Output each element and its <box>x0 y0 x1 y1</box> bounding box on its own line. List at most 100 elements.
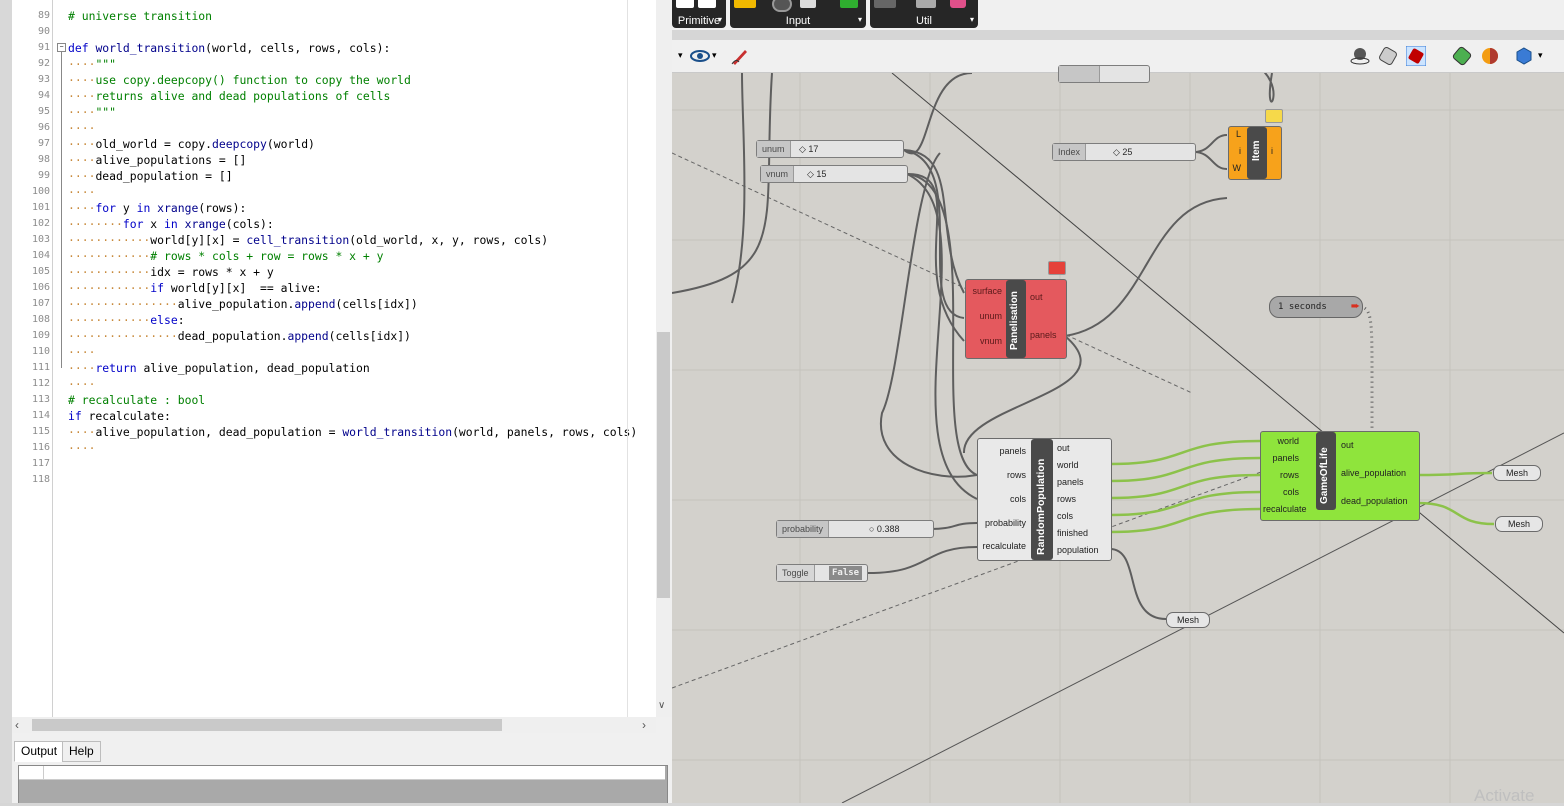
panelisation-input-surface[interactable]: surface <box>970 286 1002 296</box>
timer-component[interactable]: 1 seconds ➨ <box>1269 296 1363 318</box>
node-canvas[interactable]: unum ◇ 17 vnum ◇ 15 Index ◇ 25 probabili… <box>672 65 1564 803</box>
boolean-toggle[interactable]: Toggle False <box>776 564 868 582</box>
panelisation-output-out[interactable]: out <box>1030 292 1043 302</box>
code-line[interactable]: ···· <box>68 344 95 360</box>
game-of-life-input-panels[interactable]: panels <box>1263 453 1299 463</box>
random-population-input-cols[interactable]: cols <box>980 494 1026 504</box>
random-population-input-probability[interactable]: probability <box>980 518 1026 528</box>
document-preview-icon[interactable] <box>1514 46 1534 66</box>
sketch-pen-icon[interactable] <box>730 46 750 66</box>
toggle-value[interactable]: False <box>829 566 863 580</box>
game-of-life-input-cols[interactable]: cols <box>1263 487 1299 497</box>
preview-mesh-icon[interactable] <box>1378 46 1398 66</box>
game-of-life-input-recalculate[interactable]: recalculate <box>1263 504 1307 514</box>
game-of-life-input-world[interactable]: world <box>1263 436 1299 446</box>
code-line[interactable]: ················alive_population.append(… <box>68 296 418 312</box>
line-number: 111 <box>31 362 50 373</box>
code-line[interactable]: ····use copy.deepcopy() function to copy… <box>68 72 411 88</box>
code-line[interactable]: ············idx = rows * x + y <box>68 264 274 280</box>
mesh-param-dead[interactable]: Mesh <box>1495 516 1543 532</box>
code-line[interactable]: # recalculate : bool <box>68 392 205 408</box>
code-line[interactable]: ···· <box>68 184 95 200</box>
game-of-life-output-out[interactable]: out <box>1341 440 1354 450</box>
code-line[interactable]: ···· <box>68 376 95 392</box>
toolbar-group-input[interactable]: Input ▾ <box>730 0 866 28</box>
component-random-population[interactable]: panels rows cols probability recalculate… <box>977 438 1112 561</box>
slider-vnum[interactable]: vnum ◇ 15 <box>760 165 908 183</box>
code-line[interactable]: if recalculate: <box>68 408 171 424</box>
panelisation-input-unum[interactable]: unum <box>970 311 1002 321</box>
slider-unum[interactable]: unum ◇ 17 <box>756 140 904 158</box>
preview-wire-icon[interactable] <box>1350 46 1370 66</box>
scroll-down-arrow-icon[interactable]: ∨ <box>658 700 665 711</box>
code-line[interactable]: ····dead_population = [] <box>68 168 233 184</box>
random-population-output-cols[interactable]: cols <box>1057 511 1073 521</box>
code-line[interactable]: ············world[y][x] = cell_transitio… <box>68 232 548 248</box>
toolbar-label-util: Util <box>916 15 932 27</box>
random-population-input-rows[interactable]: rows <box>980 470 1026 480</box>
component-game-of-life[interactable]: world panels rows cols recalculate GameO… <box>1260 431 1420 521</box>
code-line[interactable]: def world_transition(world, cells, rows,… <box>68 40 390 56</box>
toolbar-group-primitive[interactable]: Primitive ▾ <box>672 0 726 28</box>
slider-probability[interactable]: probability ○ 0.388 <box>776 520 934 538</box>
top-partial-component[interactable] <box>1058 65 1150 83</box>
preview-selected-icon[interactable] <box>1452 46 1472 66</box>
mesh-param-population[interactable]: Mesh <box>1166 612 1210 628</box>
game-of-life-output-alive-population[interactable]: alive_population <box>1341 468 1406 478</box>
code-line[interactable]: ····for y in xrange(rows): <box>68 200 246 216</box>
material-icon[interactable] <box>1480 46 1500 66</box>
item-input-L[interactable]: L <box>1229 129 1241 139</box>
preview-shaded-icon[interactable] <box>1406 46 1426 66</box>
item-input-W[interactable]: W <box>1229 163 1242 173</box>
game-of-life-output-dead-population[interactable]: dead_population <box>1341 496 1408 506</box>
random-population-output-rows[interactable]: rows <box>1057 494 1076 504</box>
random-population-output-out[interactable]: out <box>1057 443 1070 453</box>
code-editor[interactable]: 89 90 91 92 93 94 95 96 97 98 99 100 101 102 103 104 105… <box>12 0 657 717</box>
code-line[interactable]: ···· <box>68 120 95 136</box>
code-line[interactable]: # universe transition <box>68 8 212 24</box>
random-population-output-world[interactable]: world <box>1057 460 1079 470</box>
code-line[interactable]: ················dead_population.append(c… <box>68 328 411 344</box>
random-population-output-panels[interactable]: panels <box>1057 477 1084 487</box>
vertical-scrollbar[interactable]: ∨ <box>656 0 672 717</box>
component-item[interactable]: L i W Item i <box>1228 126 1282 180</box>
code-line[interactable]: ············if world[y][x] == alive: <box>68 280 322 296</box>
code-line[interactable]: ····""" <box>68 56 116 72</box>
code-line[interactable]: ····returns alive and dead populations o… <box>68 88 390 104</box>
slider-index[interactable]: Index ◇ 25 <box>1052 143 1196 161</box>
vertical-scroll-thumb[interactable] <box>657 332 670 598</box>
panelisation-output-panels[interactable]: panels <box>1030 330 1057 340</box>
scroll-right-arrow-icon[interactable]: › <box>642 718 646 732</box>
random-population-input-panels[interactable]: panels <box>980 446 1026 456</box>
fold-toggle-icon[interactable]: − <box>57 43 66 52</box>
code-line[interactable]: ···· <box>68 440 95 456</box>
code-line[interactable]: ····alive_populations = [] <box>68 152 246 168</box>
code-line[interactable]: ········for x in xrange(cols): <box>68 216 274 232</box>
random-population-output-finished[interactable]: finished <box>1057 528 1088 538</box>
code-line[interactable]: ············else: <box>68 312 185 328</box>
scroll-left-arrow-icon[interactable]: ‹ <box>15 718 19 732</box>
random-population-output-population[interactable]: population <box>1057 545 1099 555</box>
code-line[interactable]: ····""" <box>68 104 116 120</box>
tab-output[interactable]: Output <box>14 741 65 762</box>
mesh-param-alive[interactable]: Mesh <box>1493 465 1541 481</box>
horizontal-scroll-thumb[interactable] <box>32 719 502 731</box>
random-population-input-recalculate[interactable]: recalculate <box>980 541 1026 551</box>
dropdown-arrow-icon[interactable]: ▾ <box>1538 50 1543 61</box>
horizontal-scrollbar[interactable]: ‹ › <box>12 717 656 733</box>
toolbar-group-util[interactable]: Util ▾ <box>870 0 978 28</box>
dropdown-arrow-icon[interactable]: ▾ <box>712 50 717 61</box>
tab-help[interactable]: Help <box>62 741 101 762</box>
dropdown-arrow-icon[interactable]: ▾ <box>678 50 683 61</box>
code-line[interactable]: ············# rows * cols + row = rows *… <box>68 248 383 264</box>
code-line[interactable]: ····alive_population, dead_population = … <box>68 424 637 440</box>
line-number: 107 <box>31 298 50 309</box>
item-output-i[interactable]: i <box>1271 146 1273 156</box>
component-panelisation[interactable]: surface unum vnum Panelisation out panel… <box>965 279 1067 359</box>
panelisation-input-vnum[interactable]: vnum <box>970 336 1002 346</box>
game-of-life-input-rows[interactable]: rows <box>1263 470 1299 480</box>
code-line[interactable]: ····old_world = copy.deepcopy(world) <box>68 136 315 152</box>
code-line[interactable]: ····return alive_population, dead_popula… <box>68 360 370 376</box>
item-input-i[interactable]: i <box>1229 146 1241 156</box>
eye-icon[interactable] <box>690 46 710 66</box>
